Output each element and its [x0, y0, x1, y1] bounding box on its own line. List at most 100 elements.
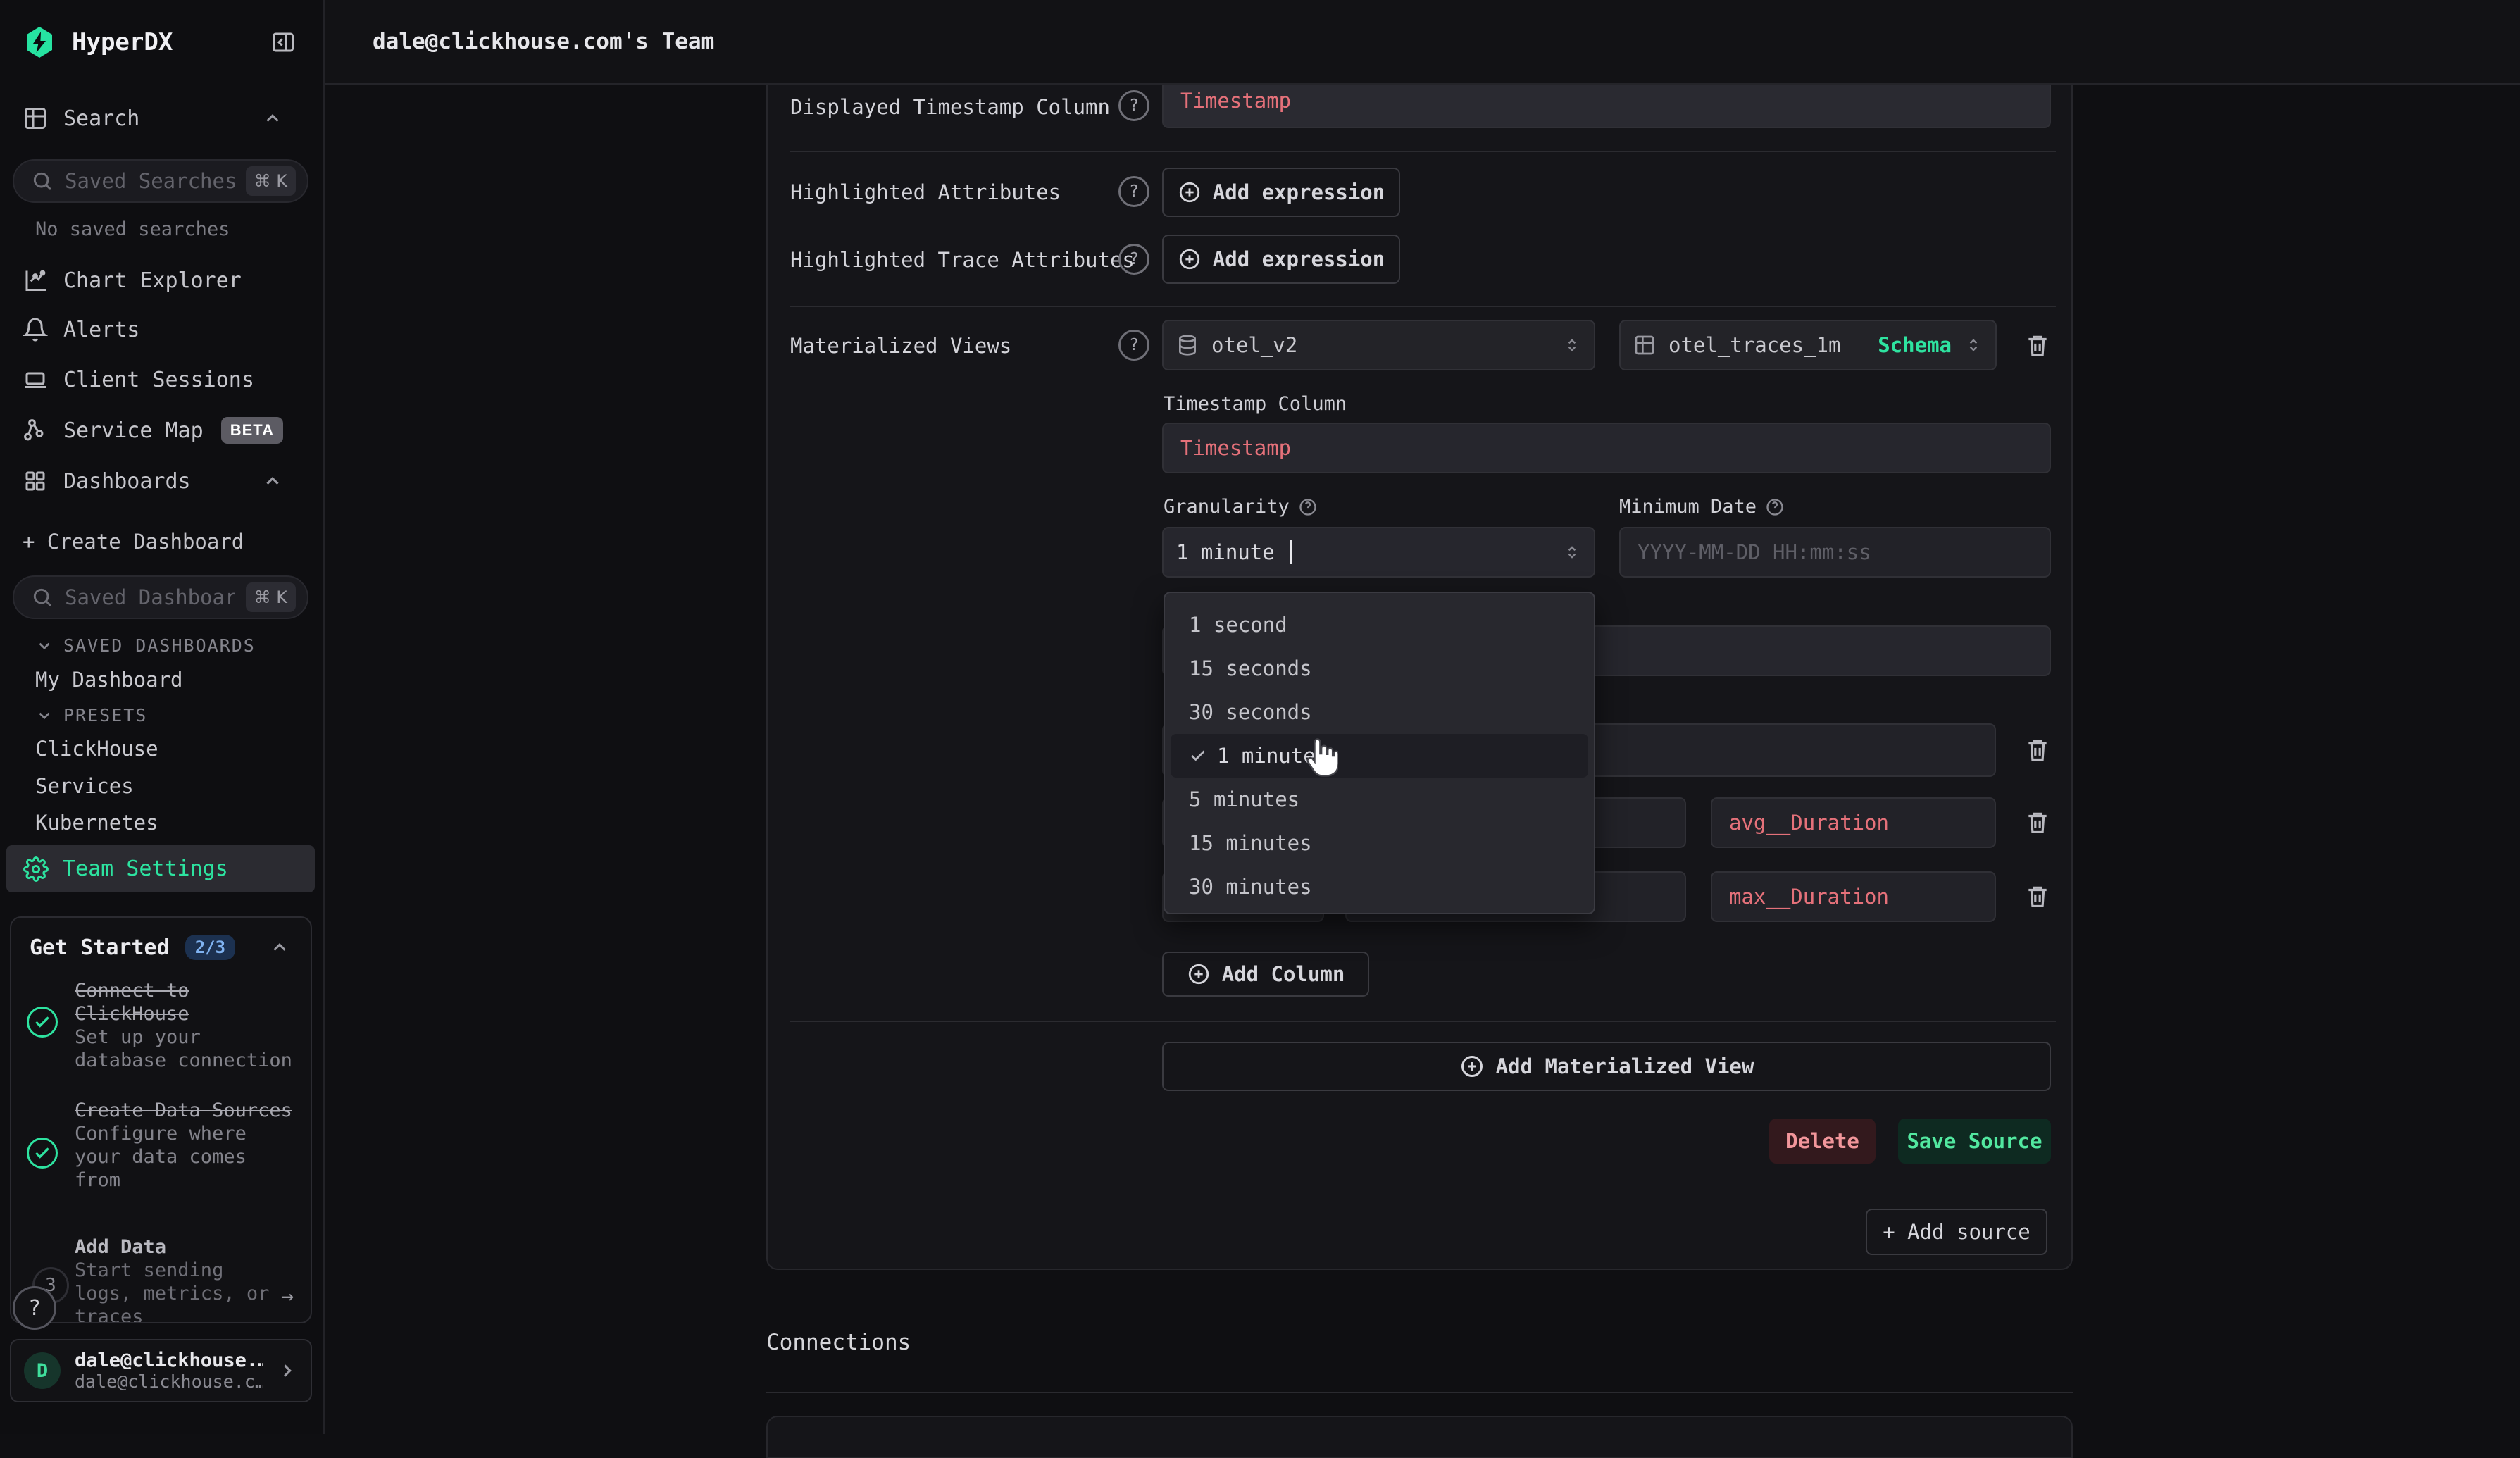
- sidebar-item-kubernetes[interactable]: Kubernetes: [35, 811, 158, 835]
- step-subtitle: Set up your database connection: [75, 1026, 299, 1073]
- granularity-combobox[interactable]: 1 minute: [1162, 527, 1595, 578]
- chevron-down-icon: [35, 637, 54, 655]
- chevron-up-icon: [262, 471, 283, 492]
- laptop-icon: [23, 367, 48, 392]
- plus-circle-icon: [1178, 180, 1202, 204]
- sidebar-item-label: Team Settings: [63, 856, 228, 881]
- delete-column-trash-icon[interactable]: [2024, 882, 2051, 911]
- chevron-right-icon: [277, 1360, 298, 1381]
- plus-circle-icon: [1187, 962, 1211, 986]
- arrow-right-icon: →: [281, 1284, 294, 1309]
- dropdown-option[interactable]: 30 seconds: [1165, 690, 1594, 734]
- get-started-step[interactable]: Create Data Sources Configure where your…: [75, 1099, 299, 1192]
- help-icon[interactable]: ?: [1118, 244, 1149, 275]
- view-select[interactable]: otel_v2: [1162, 320, 1595, 370]
- sidebar-item-team-settings[interactable]: Team Settings: [6, 845, 315, 892]
- divider: [790, 306, 2056, 307]
- chart-explorer-icon: [23, 268, 48, 293]
- mouse-cursor: [1302, 738, 1338, 779]
- search-icon: [31, 586, 54, 609]
- bell-icon: [23, 317, 48, 342]
- add-column-button[interactable]: Add Column: [1162, 952, 1369, 997]
- help-icon[interactable]: ?: [1118, 176, 1149, 207]
- sidebar-item-service-map[interactable]: Service Map BETA: [23, 417, 304, 444]
- get-started-step[interactable]: Connect to ClickHouse Set up your databa…: [75, 980, 299, 1073]
- displayed-timestamp-input[interactable]: Timestamp: [1162, 85, 2051, 128]
- chevron-up-icon[interactable]: [269, 937, 290, 958]
- column-alias-input[interactable]: max__Duration: [1711, 871, 1996, 922]
- step-title: Create Data Sources: [75, 1099, 299, 1123]
- save-source-button[interactable]: Save Source: [1898, 1119, 2051, 1164]
- help-icon[interactable]: ?: [1118, 90, 1149, 121]
- delete-column-trash-icon[interactable]: [2024, 735, 2051, 765]
- progress-badge: 2/3: [185, 935, 235, 960]
- search-icon: [31, 170, 54, 192]
- sidebar-item-alerts[interactable]: Alerts: [23, 317, 304, 342]
- no-saved-searches-text: No saved searches: [35, 218, 230, 240]
- logo-row: HyperDX: [23, 25, 304, 59]
- granularity-label: Granularity: [1164, 496, 1318, 518]
- sidebar-item-label: Client Sessions: [63, 368, 254, 392]
- sidebar-item-chart-explorer[interactable]: Chart Explorer: [23, 268, 304, 293]
- divider: [790, 1021, 2056, 1022]
- avatar: D: [24, 1352, 61, 1389]
- timestamp-column-label: Timestamp Column: [1164, 393, 1347, 415]
- dropdown-option[interactable]: 30 minutes: [1165, 865, 1594, 909]
- user-name: dale@clickhouse.…: [75, 1350, 263, 1371]
- add-materialized-view-button[interactable]: Add Materialized View: [1162, 1042, 2051, 1091]
- delete-view-trash-icon[interactable]: [2024, 331, 2051, 361]
- app-title: HyperDX: [72, 28, 173, 56]
- dropdown-option[interactable]: 1 second: [1165, 603, 1594, 647]
- sidebar-item-services[interactable]: Services: [35, 774, 134, 798]
- saved-searches-input[interactable]: Saved Searches ⌘ K: [13, 159, 308, 203]
- get-started-step[interactable]: Add Data Start sending logs, metrics, or…: [75, 1236, 270, 1323]
- check-icon: [1189, 747, 1207, 765]
- connections-title: Connections: [766, 1330, 911, 1355]
- dropdown-option[interactable]: 15 seconds: [1165, 647, 1594, 690]
- column-alias-input[interactable]: avg__Duration: [1711, 797, 1996, 848]
- step-title: Add Data: [75, 1236, 270, 1259]
- dropdown-option[interactable]: 15 minutes: [1165, 821, 1594, 865]
- sidebar-item-label: Chart Explorer: [63, 268, 242, 293]
- saved-dashboards-placeholder: Saved Dashboards: [65, 585, 235, 609]
- info-icon: [1298, 497, 1318, 517]
- get-started-title: Get Started: [30, 935, 170, 960]
- section-saved-dashboards[interactable]: SAVED DASHBOARDS: [35, 635, 256, 656]
- highlighted-trace-attributes-label: Highlighted Trace Attributes: [790, 248, 1135, 272]
- help-icon[interactable]: ?: [1118, 330, 1149, 361]
- dropdown-option-selected[interactable]: 1 minute: [1171, 734, 1588, 778]
- step-subtitle: Configure where your data comes from: [75, 1123, 299, 1192]
- table-select[interactable]: otel_traces_1m Schema: [1619, 320, 1997, 370]
- add-source-button[interactable]: + Add source: [1866, 1209, 2047, 1255]
- schema-link[interactable]: Schema: [1878, 333, 1952, 357]
- dropdown-option[interactable]: 5 minutes: [1165, 778, 1594, 821]
- user-menu[interactable]: D dale@clickhouse.… dale@clickhouse.c…: [10, 1339, 312, 1402]
- step-done-icon: [27, 1138, 58, 1169]
- minimum-date-input[interactable]: YYYY-MM-DD HH:mm:ss: [1619, 527, 2051, 578]
- select-chevrons-icon: [1964, 336, 1983, 354]
- sidebar-item-dashboards[interactable]: Dashboards: [23, 468, 304, 494]
- sidebar-item-label: Search: [63, 106, 139, 131]
- sidebar-item-clickhouse[interactable]: ClickHouse: [35, 737, 158, 761]
- add-expression-button[interactable]: Add expression: [1162, 168, 1400, 217]
- help-button[interactable]: ?: [13, 1286, 56, 1330]
- sidebar-item-my-dashboard[interactable]: My Dashboard: [35, 668, 183, 692]
- sidebar-item-search[interactable]: Search: [23, 106, 304, 131]
- select-chevrons-icon: [1563, 543, 1581, 561]
- info-icon: [1765, 497, 1785, 517]
- create-dashboard-button[interactable]: + Create Dashboard: [23, 530, 244, 554]
- sidebar-collapse-icon[interactable]: [270, 30, 296, 55]
- sidebar-item-client-sessions[interactable]: Client Sessions: [23, 367, 304, 392]
- divider: [766, 1392, 2073, 1393]
- chevron-down-icon: [35, 706, 54, 725]
- saved-dashboards-input[interactable]: Saved Dashboards ⌘ K: [13, 575, 308, 619]
- service-map-icon: [23, 418, 48, 443]
- section-presets[interactable]: PRESETS: [35, 705, 147, 725]
- delete-button[interactable]: Delete: [1769, 1119, 1876, 1164]
- header: dale@clickhouse.com's Team: [325, 0, 2520, 85]
- add-expression-button[interactable]: Add expression: [1162, 235, 1400, 284]
- granularity-dropdown: 1 second 15 seconds 30 seconds 1 minute …: [1164, 592, 1595, 914]
- search-section-icon: [23, 106, 48, 131]
- delete-column-trash-icon[interactable]: [2024, 808, 2051, 837]
- timestamp-column-input[interactable]: Timestamp: [1162, 423, 2051, 473]
